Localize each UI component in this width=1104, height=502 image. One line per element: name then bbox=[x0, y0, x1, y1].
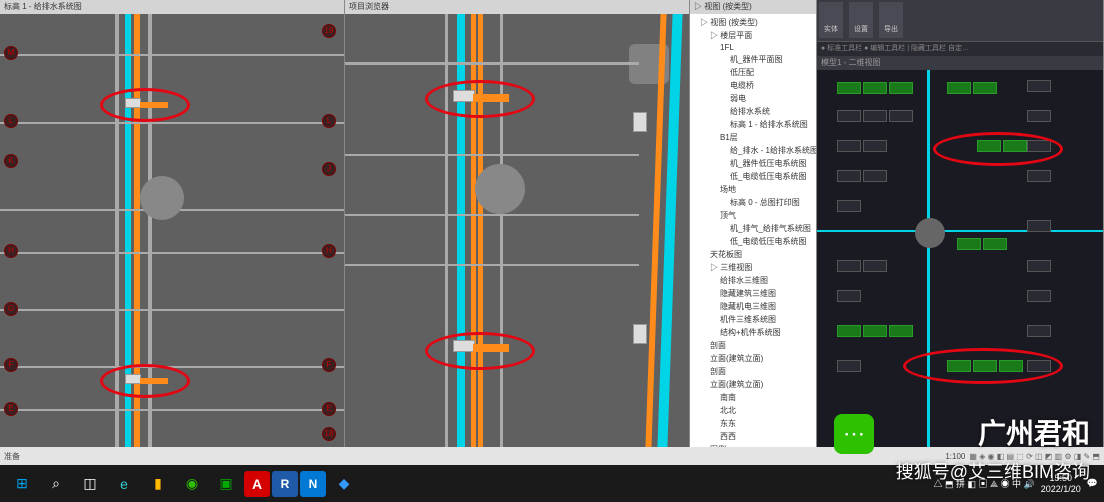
taskbar-date[interactable]: 2022/1/20 bbox=[1041, 484, 1081, 495]
tree-item[interactable]: 天花板图 bbox=[692, 248, 814, 261]
tree-item[interactable]: 给_排水 - 1给排水系统图 bbox=[692, 144, 814, 157]
right-toolbar[interactable]: 实体 设置 导出 bbox=[817, 0, 1103, 42]
tree-item[interactable]: 给排水系统 bbox=[692, 105, 814, 118]
tree-item[interactable]: 低_电缆低压电系统图 bbox=[692, 170, 814, 183]
tree-item[interactable]: 剖面 bbox=[692, 339, 814, 352]
tree-item[interactable]: 立面(建筑立面) bbox=[692, 378, 814, 391]
watermark-sub: 搜狐号@艾三维BIM咨询 bbox=[896, 458, 1090, 484]
viewport1-drawing[interactable]: M L K H G F E 19 L J H F E 18 bbox=[0, 14, 344, 447]
right-subbar: ● 标准工具栏 ● 编辑工具栏 | 隐藏工具栏 自定… bbox=[817, 42, 1103, 56]
app-edge[interactable]: e bbox=[108, 469, 140, 499]
tree-item[interactable]: 隐藏建筑三维图 bbox=[692, 287, 814, 300]
app-explorer[interactable]: ▮ bbox=[142, 469, 174, 499]
tree-item[interactable]: ▷ 楼层平面 bbox=[692, 29, 814, 42]
tree-item[interactable]: 场地 bbox=[692, 183, 814, 196]
tree-item[interactable]: 电缆桥 bbox=[692, 79, 814, 92]
app-navisworks[interactable]: N bbox=[300, 471, 326, 497]
viewport4-tab[interactable]: 模型1 - 二维视图 bbox=[817, 56, 1103, 70]
app-autocad[interactable]: A bbox=[244, 471, 270, 497]
app-revit[interactable]: R bbox=[272, 471, 298, 497]
viewport2-tab[interactable]: 项目浏览器 bbox=[345, 0, 689, 14]
tree-item[interactable]: 剖面 bbox=[692, 365, 814, 378]
wechat-watermark-icon: ⋯ bbox=[834, 414, 874, 454]
status-left: 准备 bbox=[4, 451, 20, 462]
toolbar-btn-2[interactable]: 设置 bbox=[849, 2, 873, 38]
viewport2-drawing[interactable] bbox=[345, 14, 689, 447]
tree-item[interactable]: 低_电缆低压电系统图 bbox=[692, 235, 814, 248]
viewport1-tab[interactable]: 标高 1 - 给排水系统图 bbox=[0, 0, 344, 14]
app-wechat[interactable]: ◉ bbox=[176, 469, 208, 499]
tree-item[interactable]: 立面(建筑立面) bbox=[692, 352, 814, 365]
tree-item[interactable]: 标高 1 - 给排水系统图 bbox=[692, 118, 814, 131]
annotation-ellipse-6 bbox=[903, 348, 1063, 384]
annotation-ellipse-1 bbox=[100, 88, 190, 122]
tree-item[interactable]: 机_器件低压电系统图 bbox=[692, 157, 814, 170]
viewport4-drawing[interactable] bbox=[817, 70, 1103, 447]
annotation-ellipse-2 bbox=[100, 364, 190, 398]
watermark-main: 广州君和 bbox=[978, 412, 1090, 452]
tree-item[interactable]: ▷ 三维视图 bbox=[692, 261, 814, 274]
tree-item[interactable]: 标高 0 - 总图打印图 bbox=[692, 196, 814, 209]
toolbar-btn-1[interactable]: 实体 bbox=[819, 2, 843, 38]
annotation-ellipse-4 bbox=[425, 332, 535, 370]
tree-item[interactable]: 北北 bbox=[692, 404, 814, 417]
tree-header[interactable]: ▷ 视图 (按类型) bbox=[690, 0, 816, 14]
annotation-ellipse-3 bbox=[425, 80, 535, 118]
app-green[interactable]: ▣ bbox=[210, 469, 242, 499]
tree-item[interactable]: 1FL bbox=[692, 42, 814, 53]
tree-item[interactable]: ▷ 视图 (按类型) bbox=[692, 16, 814, 29]
tree-item[interactable]: 弱电 bbox=[692, 92, 814, 105]
taskview-icon[interactable]: ◫ bbox=[74, 469, 106, 499]
toolbar-btn-3[interactable]: 导出 bbox=[879, 2, 903, 38]
tree-item[interactable]: 低压配 bbox=[692, 66, 814, 79]
tree-item[interactable]: 机_排气_给排气系统图 bbox=[692, 222, 814, 235]
tree-item[interactable]: B1层 bbox=[692, 131, 814, 144]
tree-item[interactable]: 顶气 bbox=[692, 209, 814, 222]
tree-item[interactable]: 东东 bbox=[692, 417, 814, 430]
tree-item[interactable]: 给排水三维图 bbox=[692, 274, 814, 287]
tree-item[interactable]: 隐藏机电三维图 bbox=[692, 300, 814, 313]
start-button[interactable]: ⊞ bbox=[6, 469, 38, 499]
tree-item[interactable]: 机件三维系统图 bbox=[692, 313, 814, 326]
tree-item[interactable]: 西西 bbox=[692, 430, 814, 443]
project-browser-tree[interactable]: ▷ 视图 (按类型)▷ 楼层平面1FL机_器件平面图低压配电缆桥弱电给排水系统标… bbox=[690, 14, 816, 447]
tree-item[interactable]: 机_器件平面图 bbox=[692, 53, 814, 66]
search-icon[interactable]: ⌕ bbox=[40, 469, 72, 499]
tree-item[interactable]: 南南 bbox=[692, 391, 814, 404]
app-blue[interactable]: ◆ bbox=[328, 469, 360, 499]
tree-item[interactable]: 结构+机件系统图 bbox=[692, 326, 814, 339]
annotation-ellipse-5 bbox=[933, 132, 1063, 166]
